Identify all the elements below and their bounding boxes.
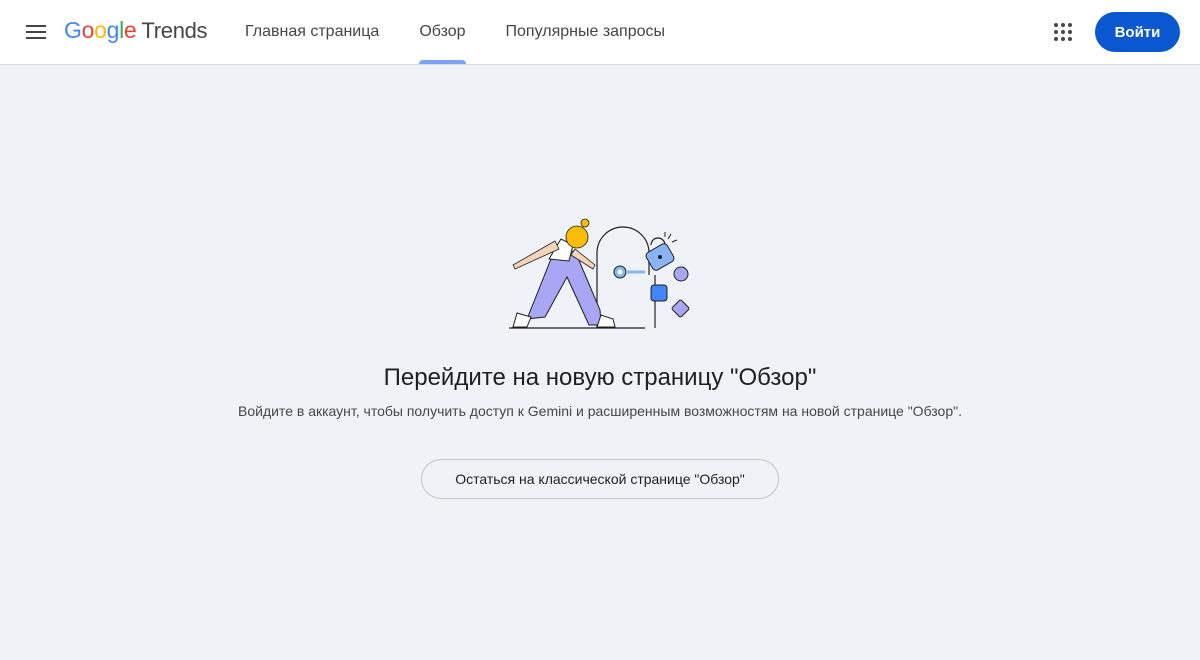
top-app-bar: Google Trends Главная страница Обзор Поп…	[0, 0, 1200, 65]
logo-letter: e	[123, 17, 137, 43]
trends-wordmark: Trends	[141, 18, 208, 43]
unlock-illustration	[509, 218, 690, 329]
nav-tab-explore[interactable]: Обзор	[419, 0, 466, 64]
nav-tab-label: Популярные запросы	[505, 23, 666, 40]
nav-tab-label: Главная страница	[245, 23, 380, 40]
google-trends-logo[interactable]: Google Trends	[64, 17, 208, 47]
main-navigation: Главная страница Обзор Популярные запрос…	[245, 0, 705, 64]
logo-letter: o	[81, 17, 95, 43]
page-subtitle: Войдите в аккаунт, чтобы получить доступ…	[238, 403, 962, 419]
hamburger-menu-icon	[26, 25, 46, 39]
google-wordmark: Google	[64, 17, 137, 44]
nav-tab-label: Обзор	[419, 23, 466, 40]
main-menu-button[interactable]	[16, 12, 56, 52]
page-title: Перейдите на новую страницу "Обзор"	[383, 364, 817, 391]
sign-in-button[interactable]: Войти	[1095, 12, 1180, 52]
logo-letter: o	[94, 17, 107, 43]
apps-grid-icon	[1054, 23, 1072, 41]
nav-tab-trending[interactable]: Популярные запросы	[506, 0, 665, 64]
nav-tab-home[interactable]: Главная страница	[245, 0, 379, 64]
stay-classic-button[interactable]: Остаться на классической странице "Обзор…	[421, 459, 779, 499]
logo-letter: g	[106, 17, 120, 43]
google-apps-button[interactable]	[1043, 12, 1083, 52]
logo-letter: G	[64, 17, 82, 43]
